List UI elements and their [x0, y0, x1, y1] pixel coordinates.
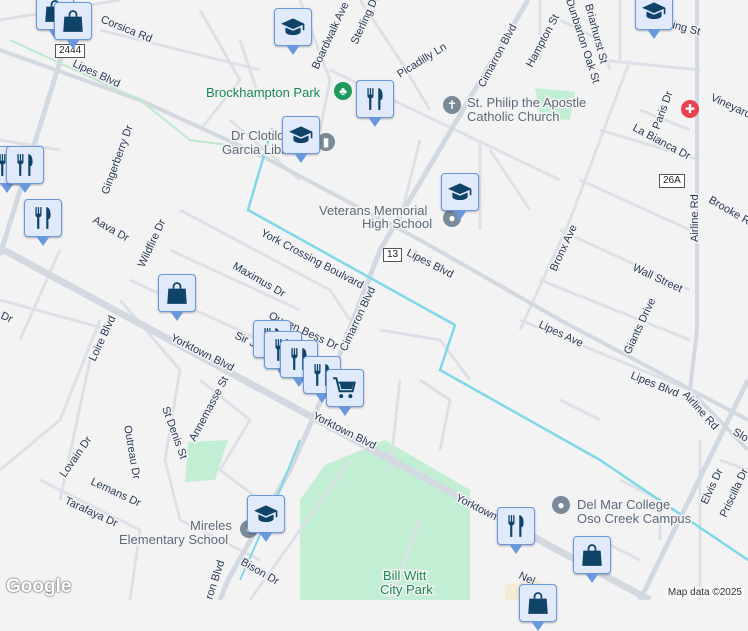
place-label-bill-witt-2[interactable]: City Park: [380, 582, 433, 597]
street-label: Annemasse St: [187, 375, 231, 444]
street-label: Paris Dr: [651, 89, 676, 131]
restaurant-marker[interactable]: [6, 146, 44, 184]
shopping-marker[interactable]: [519, 584, 557, 622]
place-label-church-2[interactable]: Catholic Church: [467, 109, 560, 124]
street-label: Cimarron Blvd: [338, 285, 378, 353]
shopping-cart-icon: [332, 375, 358, 401]
shopping-marker[interactable]: [54, 2, 92, 40]
shopping-bag-icon: [164, 280, 190, 306]
restaurant-marker[interactable]: [497, 507, 535, 545]
fork-knife-icon: [12, 152, 38, 178]
fork-knife-icon: [503, 513, 529, 539]
street-label: Dr: [0, 310, 15, 326]
street-label: Gingerberry Dr: [100, 123, 136, 196]
place-label-mireles[interactable]: Mireles: [190, 518, 232, 533]
map-data-credit[interactable]: Map data ©2025: [666, 587, 744, 598]
street-label: Lipes Ave: [537, 319, 585, 350]
park-tree-icon[interactable]: ♣: [334, 82, 352, 100]
school-marker[interactable]: [274, 8, 312, 46]
fork-knife-icon: [362, 86, 388, 112]
shopping-bag-icon: [60, 8, 86, 34]
place-label-church[interactable]: St. Philip the Apostle: [467, 95, 586, 110]
fork-knife-icon: [30, 205, 56, 231]
school-marker[interactable]: [441, 173, 479, 211]
street-label: St Denis St: [159, 405, 189, 461]
restaurant-marker[interactable]: [24, 199, 62, 237]
shopping-marker[interactable]: [158, 274, 196, 312]
street-label: Aava Dr: [91, 214, 132, 244]
street-label: Corsica Rd: [99, 14, 154, 46]
college-poi-icon[interactable]: ●: [552, 496, 570, 514]
place-label-del-mar[interactable]: Del Mar College: [577, 497, 670, 512]
hospital-icon[interactable]: ✚: [681, 100, 699, 118]
graduation-cap-icon: [288, 122, 314, 148]
street-label: Lovain Dr: [58, 434, 95, 480]
place-label-brockhampton-park[interactable]: Brockhampton Park: [206, 85, 321, 100]
google-logo[interactable]: Google: [6, 576, 71, 598]
graduation-cap-icon: [447, 179, 473, 205]
street-label: Lipes Blvd: [405, 247, 456, 281]
street-label: Outreau Dr: [121, 424, 142, 480]
street-label: Vineyard: [709, 92, 748, 121]
street-label: Cimarron Blvd: [476, 22, 519, 89]
shopping-bag-icon: [579, 542, 605, 568]
shopping-bag-icon: [525, 590, 551, 616]
street-label: Wildfire Dr: [136, 217, 169, 269]
street-label: Yorktown Blvd: [311, 410, 378, 452]
place-label-mireles-2[interactable]: Elementary School: [119, 532, 228, 547]
graduation-cap-icon: [280, 14, 306, 40]
place-label-veterans-2[interactable]: High School: [362, 216, 432, 231]
graduation-cap-icon: [641, 0, 667, 24]
church-cross-icon[interactable]: ✝: [443, 96, 461, 114]
street-label: Wall Street: [631, 262, 684, 295]
street-label: Maximus Dr: [231, 260, 288, 300]
place-label-bill-witt[interactable]: Bill Witt: [383, 568, 427, 583]
shopping-marker[interactable]: [573, 536, 611, 574]
street-label: Tarafaya Dr: [63, 495, 120, 530]
school-marker[interactable]: [247, 495, 285, 533]
restaurant-marker[interactable]: [356, 80, 394, 118]
school-marker[interactable]: [635, 0, 673, 30]
street-label: Hampton St: [524, 12, 562, 69]
grocery-marker[interactable]: [326, 369, 364, 407]
street-label: Lemans Dr: [89, 476, 143, 510]
route-shield-26a: 26A: [659, 174, 685, 188]
route-shield-13: 13: [383, 248, 402, 262]
place-label-del-mar-2[interactable]: Oso Creek Campus: [577, 511, 692, 526]
street-label: Bison Dr: [239, 556, 282, 588]
graduation-cap-icon: [253, 501, 279, 527]
street-label: Boardwalk Ave: [310, 0, 352, 71]
school-marker[interactable]: [282, 116, 320, 154]
street-label: Picadilly Ln: [395, 41, 449, 81]
street-label: Brooke Rd: [707, 194, 748, 230]
street-label: Airline Rd: [689, 194, 701, 242]
